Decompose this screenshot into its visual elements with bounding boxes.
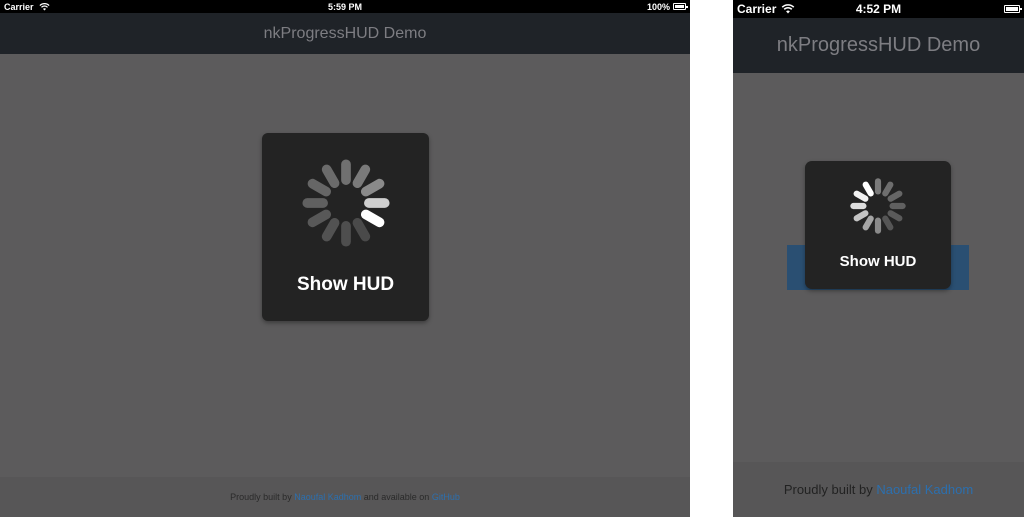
- nav-title: nkProgressHUD Demo: [263, 24, 427, 42]
- status-bar: Carrier 4:52 PM: [733, 0, 1024, 18]
- iphone-screen: Carrier 4:52 PM nkProgressHUD Demo Proud…: [733, 0, 1024, 517]
- battery-percent: 100%: [646, 1, 670, 12]
- nav-title: nkProgressHUD Demo: [776, 34, 981, 56]
- nav-bar: nkProgressHUD Demo: [733, 18, 1024, 73]
- footer-middle: and available on: [361, 492, 432, 502]
- battery-icon: [673, 3, 688, 10]
- nav-bar: nkProgressHUD Demo: [0, 13, 690, 54]
- author-link[interactable]: Naoufal Kadhom: [876, 482, 973, 497]
- status-right: 100%: [646, 0, 688, 13]
- status-time: 4:52 PM: [855, 2, 902, 16]
- battery-icon: [1004, 5, 1022, 13]
- activity-spinner-icon: [302, 159, 390, 247]
- status-time: 5:59 PM: [327, 1, 362, 12]
- activity-spinner-icon: [850, 178, 906, 234]
- github-link[interactable]: GitHub: [432, 492, 460, 502]
- progress-hud: Show HUD: [262, 133, 429, 321]
- hud-label: Show HUD: [839, 253, 917, 270]
- hud-label: Show HUD: [296, 274, 395, 295]
- status-right: [1004, 0, 1022, 18]
- footer: Proudly built by Naoufal Kadhom: [733, 462, 1024, 517]
- ipad-screen: Carrier 5:59 PM 100% nkProgressHUD Demo …: [0, 0, 690, 517]
- footer-prefix: Proudly built by: [783, 482, 877, 497]
- footer: Proudly built by Naoufal Kadhom and avai…: [0, 477, 690, 517]
- footer-prefix: Proudly built by: [230, 492, 295, 502]
- progress-hud: Show HUD: [805, 161, 951, 289]
- author-link[interactable]: Naoufal Kadhom: [294, 492, 361, 502]
- status-bar: Carrier 5:59 PM 100%: [0, 0, 690, 13]
